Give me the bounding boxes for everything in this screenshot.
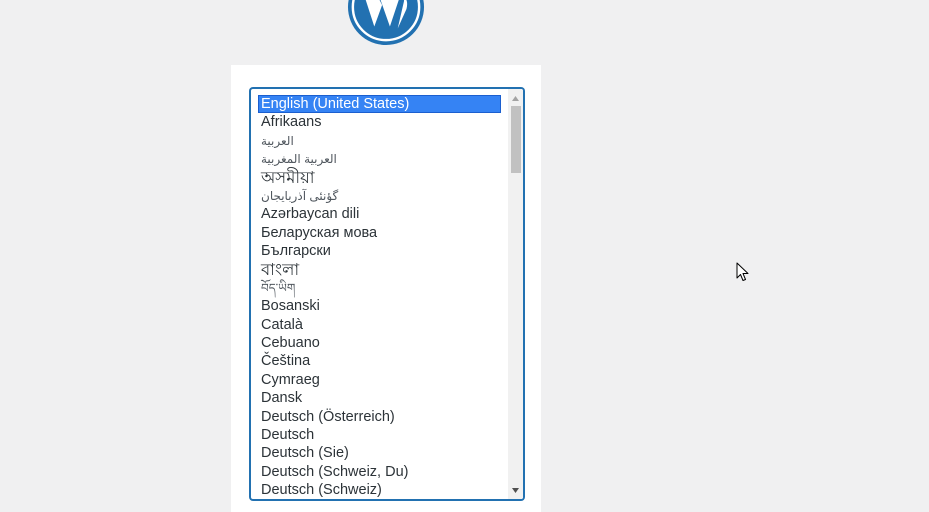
language-option[interactable]: العربية المغربية [258,150,501,168]
language-option[interactable]: বাংলা [258,261,501,279]
language-option[interactable]: Čeština [258,352,501,370]
wordpress-setup-page: English (United States) Afrikaans العربي… [0,0,929,512]
language-option[interactable]: Azərbaycan dili [258,205,501,223]
language-option[interactable]: Cebuano [258,334,501,352]
language-option[interactable]: Dansk [258,389,501,407]
language-option[interactable]: Беларуская мова [258,224,501,242]
language-option[interactable]: Български [258,242,501,260]
language-option[interactable]: Deutsch [258,426,501,444]
language-option[interactable]: گؤنئی آذربایجان [258,187,501,205]
language-option[interactable]: Cymraeg [258,371,501,389]
language-option[interactable]: অসমীয়া [258,169,501,187]
language-option[interactable]: Afrikaans [258,113,501,131]
language-options-list[interactable]: English (United States) Afrikaans العربي… [258,95,501,499]
vertical-scrollbar[interactable] [508,89,523,499]
triangle-down-icon[interactable] [508,483,523,497]
language-option[interactable]: Deutsch (Schweiz) [258,481,501,499]
language-option[interactable]: བོད་ཡིག [258,279,501,297]
wordpress-logo [347,0,425,46]
mouse-pointer-icon [736,262,749,281]
language-option[interactable]: English (United States) [258,95,501,114]
language-option[interactable]: Deutsch (Sie) [258,444,501,462]
language-option[interactable]: Bosanski [258,297,501,315]
triangle-up-icon[interactable] [508,91,523,105]
language-option[interactable]: Català [258,316,501,334]
language-option[interactable]: Deutsch (Österreich) [258,408,501,426]
scrollbar-thumb[interactable] [511,106,521,173]
language-option[interactable]: Deutsch (Schweiz, Du) [258,463,501,481]
language-select[interactable]: English (United States) Afrikaans العربي… [250,88,524,500]
language-option[interactable]: العربية [258,132,501,150]
